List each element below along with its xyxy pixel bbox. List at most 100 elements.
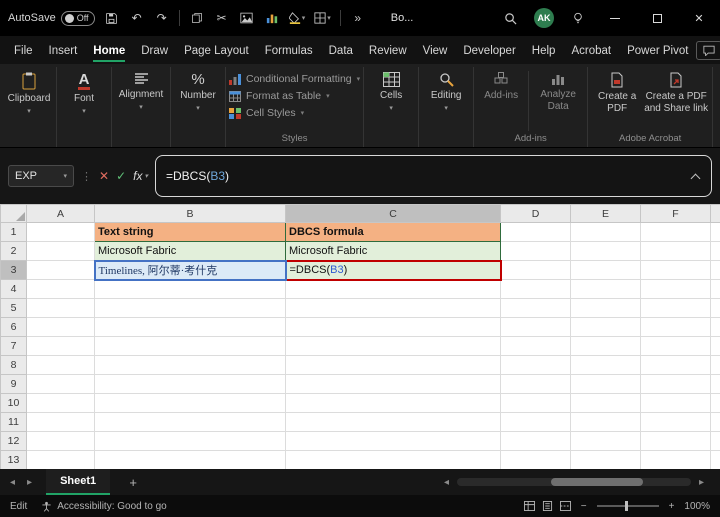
collapse-formula-bar-icon[interactable]: [690, 173, 701, 184]
maximize-button[interactable]: [644, 5, 670, 31]
row-header-11[interactable]: 11: [0, 412, 27, 432]
menu-view[interactable]: View: [415, 38, 456, 63]
clipboard-button[interactable]: Clipboard ▾: [5, 67, 53, 116]
add-ins-button[interactable]: Add-ins: [477, 67, 525, 102]
col-header-sliver[interactable]: [710, 204, 720, 223]
avatar[interactable]: AK: [534, 8, 554, 28]
page-layout-view-icon[interactable]: [542, 501, 553, 511]
autosave-toggle[interactable]: AutoSave Off: [8, 10, 95, 26]
cell[interactable]: [710, 279, 720, 299]
editing-button[interactable]: Editing ▾: [422, 67, 470, 113]
lightbulb-icon[interactable]: [570, 9, 586, 27]
cell[interactable]: [500, 336, 571, 356]
cell[interactable]: [94, 336, 286, 356]
menu-insert[interactable]: Insert: [41, 38, 86, 63]
zoom-slider[interactable]: [596, 501, 659, 511]
cell[interactable]: [500, 241, 571, 261]
cell[interactable]: [285, 374, 501, 394]
sheet-tab-sheet1[interactable]: Sheet1: [46, 469, 111, 495]
overflow-icon[interactable]: »: [350, 9, 366, 27]
cell[interactable]: [94, 317, 286, 337]
menu-home[interactable]: Home: [85, 38, 133, 63]
cell[interactable]: [570, 336, 641, 356]
cell[interactable]: [500, 393, 571, 413]
cell[interactable]: [710, 450, 720, 469]
cell[interactable]: [710, 393, 720, 413]
accessibility-status[interactable]: Accessibility: Good to go: [41, 501, 167, 512]
cell[interactable]: [26, 336, 95, 356]
cell[interactable]: [640, 317, 711, 337]
cell[interactable]: [570, 374, 641, 394]
cell[interactable]: [94, 393, 286, 413]
cell[interactable]: [570, 298, 641, 318]
cell[interactable]: [500, 298, 571, 318]
col-header-F[interactable]: F: [640, 204, 711, 223]
cell[interactable]: [640, 374, 711, 394]
create-pdf-button[interactable]: Create a PDF: [591, 67, 643, 114]
sheet-scroll-left-icon[interactable]: ◂: [6, 477, 19, 488]
font-button[interactable]: A Font ▾: [60, 67, 108, 116]
cell[interactable]: [640, 355, 711, 375]
select-all-corner[interactable]: [0, 204, 27, 223]
cell[interactable]: [710, 317, 720, 337]
menu-file[interactable]: File: [6, 38, 41, 63]
cut-icon[interactable]: ✂: [214, 9, 230, 27]
row-header-5[interactable]: 5: [0, 298, 27, 318]
cell[interactable]: [285, 279, 501, 299]
cell[interactable]: [26, 355, 95, 375]
menu-formulas[interactable]: Formulas: [257, 38, 321, 63]
cell[interactable]: [26, 374, 95, 394]
cell[interactable]: [570, 450, 641, 469]
cell[interactable]: [500, 374, 571, 394]
cell-A2[interactable]: [26, 241, 95, 261]
cell-A3[interactable]: [26, 260, 95, 280]
row-header-4[interactable]: 4: [0, 279, 27, 299]
cell[interactable]: [570, 431, 641, 451]
cell[interactable]: [285, 450, 501, 469]
cell[interactable]: [710, 355, 720, 375]
save-icon[interactable]: [104, 9, 120, 27]
name-box[interactable]: EXP ▾: [8, 165, 74, 187]
picture-icon[interactable]: [239, 9, 255, 27]
cell[interactable]: [94, 374, 286, 394]
zoom-level[interactable]: 100%: [684, 501, 710, 512]
cell[interactable]: [570, 412, 641, 432]
formula-bar-splitter[interactable]: ⋮: [81, 170, 92, 183]
row-header-1[interactable]: 1: [0, 222, 27, 242]
zoom-in-button[interactable]: +: [669, 501, 675, 512]
conditional-formatting-button[interactable]: Conditional Formatting ▾: [229, 73, 360, 85]
menu-page-layout[interactable]: Page Layout: [176, 38, 257, 63]
cell[interactable]: [500, 260, 571, 280]
cell[interactable]: [710, 260, 720, 280]
col-header-E[interactable]: E: [570, 204, 641, 223]
cell[interactable]: [710, 336, 720, 356]
borders-icon[interactable]: ▾: [314, 9, 331, 27]
col-header-D[interactable]: D: [500, 204, 571, 223]
close-button[interactable]: ✕: [686, 5, 712, 31]
cell[interactable]: [285, 336, 501, 356]
row-header-7[interactable]: 7: [0, 336, 27, 356]
cell[interactable]: [570, 355, 641, 375]
cell[interactable]: [570, 260, 641, 280]
row-header-2[interactable]: 2: [0, 241, 27, 261]
cell[interactable]: [500, 412, 571, 432]
cell[interactable]: [500, 317, 571, 337]
cell[interactable]: [94, 279, 286, 299]
cell[interactable]: [26, 279, 95, 299]
row-header-13[interactable]: 13: [0, 450, 27, 469]
cell[interactable]: [710, 298, 720, 318]
cell[interactable]: [710, 431, 720, 451]
hscroll-right-icon[interactable]: ▸: [695, 477, 708, 488]
cell[interactable]: [26, 298, 95, 318]
cell[interactable]: [640, 412, 711, 432]
formula-input[interactable]: =DBCS(B3): [154, 155, 712, 197]
menu-developer[interactable]: Developer: [455, 38, 523, 63]
cell[interactable]: [94, 450, 286, 469]
number-button[interactable]: % Number ▾: [174, 67, 222, 113]
row-header-8[interactable]: 8: [0, 355, 27, 375]
cell[interactable]: [640, 279, 711, 299]
cell[interactable]: [710, 241, 720, 261]
cell[interactable]: [710, 412, 720, 432]
cell-C1[interactable]: DBCS formula: [285, 222, 501, 242]
cancel-button[interactable]: ✕: [99, 169, 109, 183]
